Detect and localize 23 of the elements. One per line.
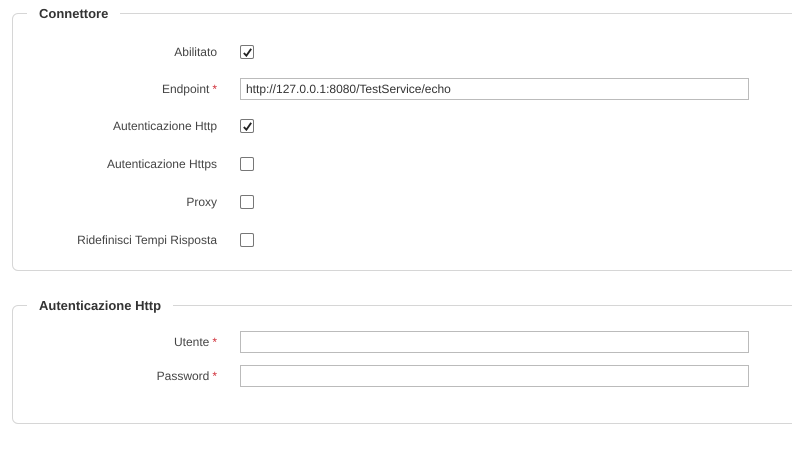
input-field[interactable] [240, 331, 749, 353]
checkbox[interactable] [240, 119, 254, 133]
required-mark: * [212, 335, 217, 349]
field-label: Utente [174, 335, 210, 349]
field-label: Autenticazione Http [112, 119, 218, 133]
required-mark: * [212, 369, 217, 383]
field-label: Autenticazione Https [106, 157, 218, 171]
input-field[interactable] [240, 365, 749, 387]
field-label: Ridefinisci Tempi Risposta [76, 233, 218, 247]
required-mark: * [212, 82, 217, 96]
field-label: Endpoint [162, 82, 210, 96]
checkmark-icon [242, 46, 252, 58]
checkbox[interactable] [240, 233, 254, 247]
field-label: Abilitato [173, 45, 218, 59]
checkbox[interactable] [240, 45, 254, 59]
checkbox[interactable] [240, 195, 254, 209]
checkbox[interactable] [240, 157, 254, 171]
input-field[interactable]: http://127.0.0.1:8080/TestService/echo [240, 78, 749, 100]
section-title: Autenticazione Http [38, 298, 162, 313]
field-label: Password [156, 369, 210, 383]
field-label: Proxy [185, 195, 218, 209]
section-title: Connettore [38, 6, 110, 21]
checkmark-icon [242, 120, 252, 132]
